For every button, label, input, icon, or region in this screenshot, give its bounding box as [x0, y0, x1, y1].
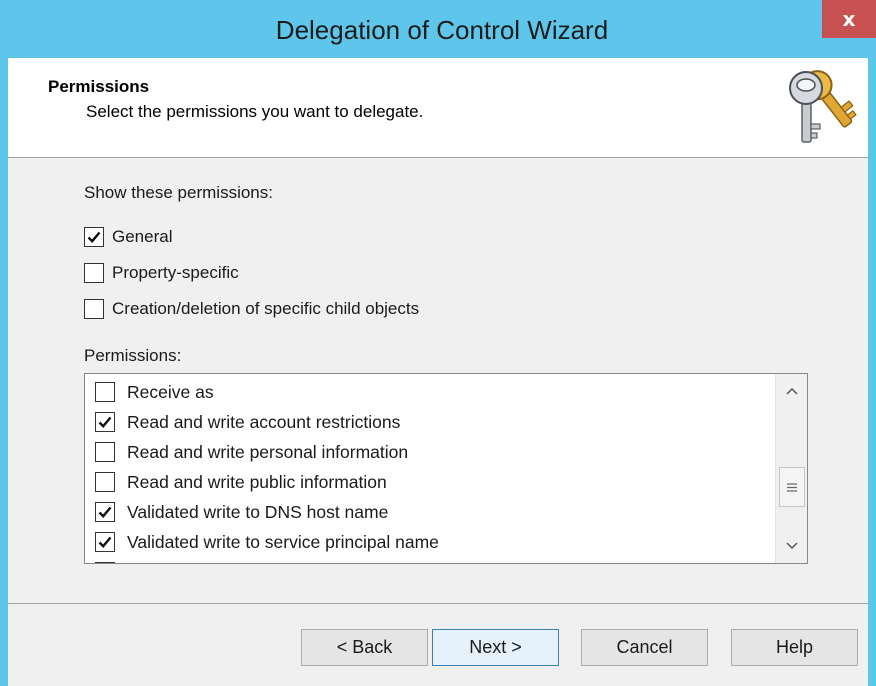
permissions-scrollbar[interactable] — [775, 374, 807, 563]
permission-checkbox[interactable] — [95, 502, 115, 522]
permissions-label: Permissions: — [84, 346, 182, 365]
permission-item-partial[interactable] — [95, 557, 775, 563]
page-subtitle: Select the permissions you want to deleg… — [86, 102, 424, 121]
permission-item[interactable]: Read and write public information — [95, 467, 775, 497]
checkmark-icon — [98, 416, 112, 428]
permission-checkbox[interactable] — [95, 532, 115, 552]
checkmark-icon — [98, 506, 112, 518]
chevron-up-icon — [786, 387, 798, 395]
permission-label: Validated write to DNS host name — [127, 502, 389, 522]
wizard-header: Permissions Select the permissions you w… — [8, 58, 868, 158]
show-property-specific-checkbox[interactable] — [84, 263, 104, 283]
window-title: Delegation of Control Wizard — [275, 15, 609, 45]
permission-item[interactable]: Read and write account restrictions — [95, 407, 775, 437]
close-button[interactable]: x — [822, 0, 876, 38]
checkmark-icon — [87, 231, 101, 243]
permission-checkbox[interactable] — [95, 382, 115, 402]
permission-item[interactable]: Read and write personal information — [95, 437, 775, 467]
footer-divider — [8, 603, 868, 604]
back-button[interactable]: < Back — [301, 629, 428, 666]
window-frame-right — [868, 58, 876, 686]
scroll-thumb[interactable] — [779, 467, 805, 507]
page-title: Permissions — [48, 77, 150, 96]
permission-item[interactable]: Validated write to service principal nam… — [95, 527, 775, 557]
checkmark-icon — [98, 536, 112, 548]
show-child-objects-option[interactable]: Creation/deletion of specific child obje… — [84, 297, 454, 321]
show-child-objects-label: Creation/deletion of specific child obje… — [112, 299, 420, 318]
permissions-list-content: Receive as Read and write account restri… — [85, 374, 775, 563]
permission-label: Validated write to service principal nam… — [127, 532, 439, 552]
chevron-down-icon — [786, 542, 798, 550]
show-general-checkbox[interactable] — [84, 227, 104, 247]
permission-checkbox[interactable] — [95, 472, 115, 492]
help-button[interactable]: Help — [731, 629, 858, 666]
permission-checkbox[interactable] — [95, 562, 115, 563]
grip-icon — [787, 482, 797, 492]
show-property-specific-option[interactable]: Property-specific — [84, 261, 254, 285]
show-general-option[interactable]: General — [84, 225, 184, 249]
show-child-objects-checkbox[interactable] — [84, 299, 104, 319]
permissions-list[interactable]: Receive as Read and write account restri… — [84, 373, 808, 564]
show-property-specific-label: Property-specific — [112, 263, 239, 282]
permission-checkbox[interactable] — [95, 442, 115, 462]
permission-item[interactable]: Receive as — [95, 377, 775, 407]
permission-label: Receive as — [127, 382, 214, 402]
window-frame-left — [0, 58, 8, 686]
title-bar[interactable]: Delegation of Control Wizard x — [0, 0, 876, 58]
wizard-window: Delegation of Control Wizard x Permissio… — [0, 0, 876, 686]
cancel-button[interactable]: Cancel — [581, 629, 708, 666]
permission-label: Read and write personal information — [127, 442, 409, 462]
scroll-up-button[interactable] — [776, 374, 807, 408]
scroll-down-button[interactable] — [776, 529, 807, 563]
permission-checkbox[interactable] — [95, 412, 115, 432]
show-general-label: General — [112, 227, 173, 246]
close-icon: x — [842, 7, 856, 31]
permission-item[interactable]: Validated write to DNS host name — [95, 497, 775, 527]
permission-label: Read and write account restrictions — [127, 412, 401, 432]
permission-label: Read and write public information — [127, 472, 387, 492]
show-permissions-label: Show these permissions: — [84, 183, 273, 202]
keys-icon — [789, 70, 857, 143]
next-button[interactable]: Next > — [432, 629, 559, 666]
